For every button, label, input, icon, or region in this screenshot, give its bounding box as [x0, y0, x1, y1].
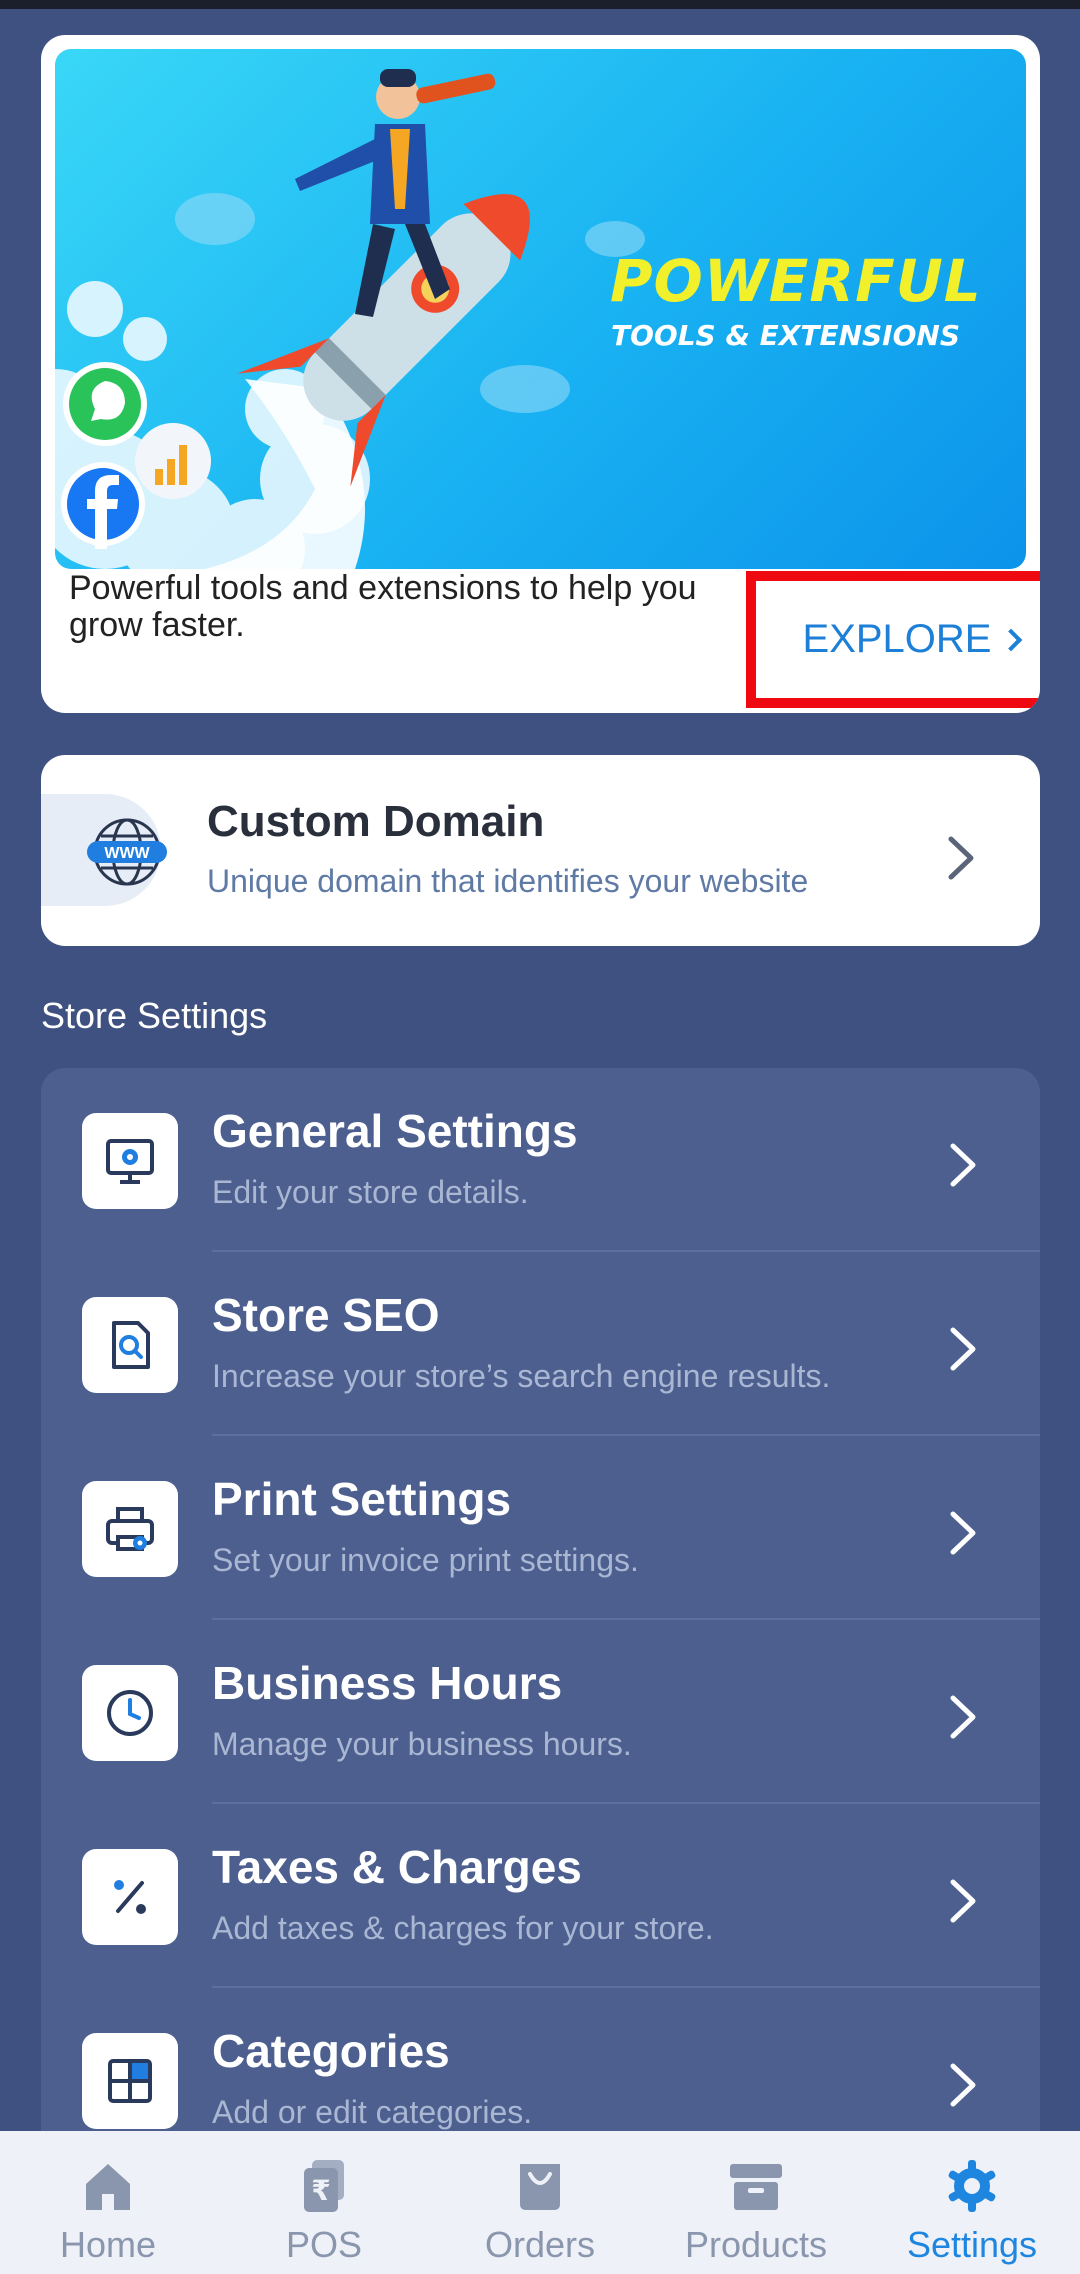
chevron-right-icon — [950, 1879, 976, 1923]
shopping-bag-icon — [520, 2164, 560, 2210]
bottom-navigation: Home ₹ POS Orders Products Settings — [0, 2131, 1080, 2274]
chevron-right-icon — [950, 1695, 976, 1739]
nav-label: Home — [59, 2224, 157, 2265]
row-subtitle: Add taxes & charges for your store. — [212, 1910, 714, 1946]
chevron-right-icon — [950, 1143, 976, 1187]
explore-button[interactable]: EXPLORE — [746, 571, 1040, 708]
print-settings-row[interactable]: Print Settings Set your invoice print se… — [41, 1436, 1040, 1620]
nav-pos[interactable]: ₹ POS — [216, 2131, 432, 2274]
percent-icon — [82, 1849, 178, 1945]
chevron-right-icon — [948, 836, 974, 880]
pos-rupee-icon: ₹ — [304, 2160, 344, 2212]
www-text: WWW — [104, 845, 150, 862]
row-title: Business Hours — [212, 1657, 563, 1709]
promo-description: Powerful tools and extensions to help yo… — [69, 569, 697, 644]
nav-settings[interactable]: Settings — [864, 2131, 1080, 2274]
row-title: Categories — [212, 2025, 450, 2077]
nav-orders[interactable]: Orders — [432, 2131, 648, 2274]
custom-domain-title: Custom Domain — [207, 797, 545, 846]
promo-subtitle: TOOLS & EXTENSIONS — [611, 319, 960, 352]
promo-title: POWERFUL — [610, 247, 982, 315]
row-title: General Settings — [212, 1105, 578, 1157]
nav-home[interactable]: Home — [0, 2131, 216, 2274]
row-subtitle: Edit your store details. — [212, 1174, 529, 1210]
nav-label: Products — [684, 2224, 828, 2265]
status-bar-strip — [0, 0, 1080, 9]
explore-label: EXPLORE — [802, 617, 992, 661]
taxes-charges-row[interactable]: Taxes & Charges Add taxes & charges for … — [41, 1804, 1040, 1988]
grid-icon — [82, 2033, 178, 2129]
document-search-icon — [82, 1297, 178, 1393]
row-title: Print Settings — [212, 1473, 512, 1525]
row-title: Store SEO — [212, 1289, 440, 1341]
row-subtitle: Set your invoice print settings. — [212, 1542, 639, 1578]
archive-box-icon — [730, 2164, 782, 2210]
general-settings-row[interactable]: General Settings Edit your store details… — [41, 1068, 1040, 1252]
row-subtitle: Increase your store’s search engine resu… — [212, 1358, 831, 1394]
monitor-gear-icon — [82, 1113, 178, 1209]
gear-icon — [948, 2160, 996, 2212]
globe-www-icon: WWW — [41, 794, 167, 906]
store-settings-heading: Store Settings — [41, 995, 268, 1036]
clock-icon — [82, 1665, 178, 1761]
nav-products[interactable]: Products — [648, 2131, 864, 2274]
home-icon — [86, 2164, 130, 2210]
nav-label: Orders — [484, 2224, 596, 2265]
custom-domain-card[interactable]: WWW Custom Domain Unique domain that ide… — [41, 755, 1040, 946]
custom-domain-subtitle: Unique domain that identifies your websi… — [207, 863, 809, 899]
chevron-right-icon — [950, 2063, 976, 2107]
store-settings-list: General Settings Edit your store details… — [41, 1068, 1040, 2274]
chevron-right-icon — [1000, 628, 1023, 651]
chevron-right-icon — [950, 1511, 976, 1555]
svg-text:₹: ₹ — [311, 2174, 330, 2207]
row-title: Taxes & Charges — [212, 1841, 582, 1893]
store-seo-row[interactable]: Store SEO Increase your store’s search e… — [41, 1252, 1040, 1436]
row-subtitle: Manage your business hours. — [212, 1726, 632, 1762]
row-subtitle: Add or edit categories. — [212, 2094, 533, 2130]
chevron-right-icon — [950, 1327, 976, 1371]
promo-banner-image[interactable]: POWERFUL TOOLS & EXTENSIONS — [55, 49, 1026, 569]
nav-label: Settings — [906, 2224, 1038, 2265]
promo-card: POWERFUL TOOLS & EXTENSIONS Powerful too… — [41, 35, 1040, 713]
business-hours-row[interactable]: Business Hours Manage your business hour… — [41, 1620, 1040, 1804]
printer-gear-icon — [82, 1481, 178, 1577]
nav-label: POS — [285, 2224, 363, 2265]
